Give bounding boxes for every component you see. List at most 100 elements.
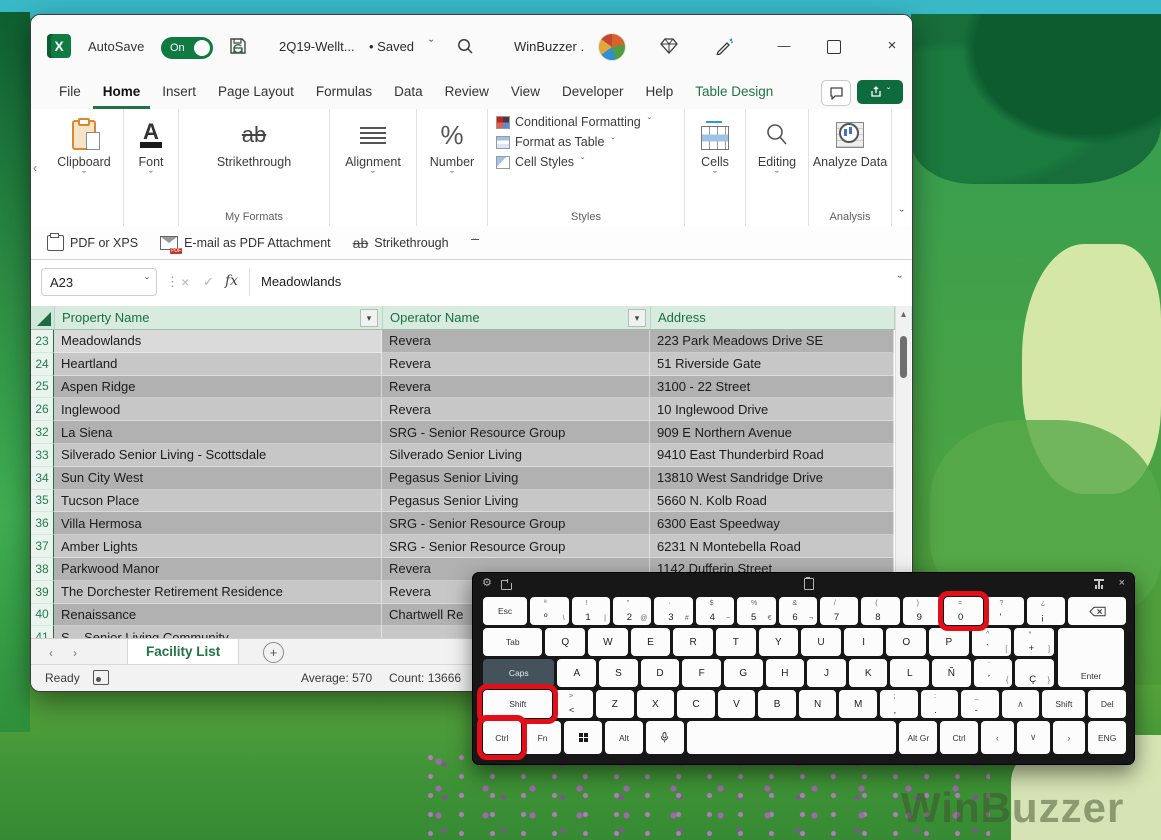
key-language[interactable]: ENG (1088, 721, 1127, 754)
tab-page-layout[interactable]: Page Layout (208, 77, 304, 109)
cell-address-23[interactable]: 223 Park Meadows Drive SE (650, 330, 894, 353)
key-esc[interactable]: Esc (483, 597, 528, 625)
scrollbar-thumb[interactable] (900, 336, 907, 378)
cell-operator-34[interactable]: Pegasus Senior Living (382, 466, 650, 490)
cell-address-35[interactable]: 5660 N. Kolb Road (650, 489, 894, 513)
cell-address-26[interactable]: 10 Inglewood Drive (650, 398, 894, 422)
ribbon-collapse-icon[interactable]: ˇ (900, 207, 904, 222)
key-o[interactable]: O (886, 628, 927, 656)
gem-icon[interactable] (659, 37, 679, 55)
key-ordinal[interactable]: ª º \ (530, 597, 569, 625)
save-icon[interactable] (229, 37, 249, 55)
row-number-38[interactable]: 38 (31, 557, 54, 581)
key-angle-brackets[interactable]: > < (555, 690, 594, 718)
next-sheet-icon[interactable]: › (73, 646, 77, 660)
key-0[interactable]: = 0 (938, 591, 989, 631)
prev-sheet-icon[interactable]: ‹ (49, 646, 53, 660)
format-as-table-button[interactable]: Format as Table ˇ (496, 135, 684, 149)
keyboard-close-icon[interactable]: × (1119, 577, 1125, 589)
confirm-entry-icon[interactable]: ✓ (203, 274, 214, 290)
key-d[interactable]: D (640, 659, 680, 687)
key-ctrl-right[interactable]: Ctrl (940, 721, 978, 754)
key-tab[interactable]: Tab (483, 628, 543, 656)
clipboard-button[interactable]: Clipboard ˇ (45, 109, 123, 226)
tab-review[interactable]: Review (435, 77, 499, 109)
editing-button[interactable]: Editing ˇ (746, 109, 808, 226)
property-name-filter-button[interactable]: ▾ (360, 309, 378, 327)
tab-file[interactable]: File (49, 77, 91, 109)
cell-property-32[interactable]: La Siena (54, 421, 382, 444)
row-number-26[interactable]: 26 (31, 398, 54, 422)
cell-styles-button[interactable]: Cell Styles ˇ (496, 155, 684, 169)
pdf-or-xps-button[interactable]: PDF or XPS (47, 232, 138, 251)
formula-expand-icon[interactable]: ˇ (898, 273, 902, 288)
key-3[interactable]: · 3 # (654, 597, 693, 625)
close-button[interactable]: × (881, 35, 903, 57)
qat-overflow-icon[interactable]: ˇ (470, 238, 479, 249)
cell-address-24[interactable]: 51 Riverside Gate (650, 352, 894, 376)
key-arrow-left[interactable]: ‹ (980, 721, 1014, 754)
key-l[interactable]: L (890, 659, 930, 687)
key-6[interactable]: & 6 ¬ (778, 597, 817, 625)
titlebar[interactable]: X AutoSave On 2Q19-Wellt... • Saved ˇ Wi… (31, 15, 912, 77)
cell-property-35[interactable]: Tucson Place (54, 489, 382, 513)
key-w[interactable]: W (588, 628, 628, 656)
key-a[interactable]: A (557, 659, 597, 687)
tab-table-design[interactable]: Table Design (685, 77, 783, 109)
cell-property-24[interactable]: Heartland (54, 352, 382, 376)
key-f[interactable]: F (682, 659, 721, 687)
autosave-toggle[interactable]: On (161, 37, 213, 59)
select-all-corner[interactable] (31, 306, 55, 329)
row-number-40[interactable]: 40 (31, 603, 54, 627)
key-7[interactable]: /7 (820, 597, 859, 625)
cell-operator-36[interactable]: SRG - Senior Resource Group (382, 512, 650, 536)
key-s[interactable]: S (599, 659, 638, 687)
column-header-address[interactable]: Address (651, 306, 895, 329)
key-r[interactable]: R (673, 628, 713, 656)
cell-address-37[interactable]: 6231 N Montebella Road (650, 535, 894, 558)
key-9[interactable]: ) 9 (902, 597, 942, 625)
row-number-24[interactable]: 24 (31, 352, 54, 376)
key-acute[interactable]: ¨ ´{ (973, 659, 1013, 687)
key-mic[interactable] (645, 721, 684, 754)
pen-wand-icon[interactable] (715, 37, 735, 55)
tab-insert[interactable]: Insert (152, 77, 206, 109)
key-apostrophe[interactable]: ? ' (985, 597, 1025, 625)
key-ctrl-left[interactable]: Ctrl (477, 715, 527, 760)
avatar[interactable] (598, 33, 626, 61)
key-q[interactable]: Q (545, 628, 586, 656)
row-number-39[interactable]: 39 (31, 580, 54, 604)
strikethrough-button[interactable]: ab Strikethrough (179, 109, 329, 226)
cell-property-33[interactable]: Silverado Senior Living - Scottsdale (54, 443, 382, 467)
tab-data[interactable]: Data (384, 77, 433, 109)
cell-property-39[interactable]: The Dorchester Retirement Residence (54, 580, 382, 604)
keyboard-clipboard-icon[interactable] (803, 577, 814, 590)
cell-property-37[interactable]: Amber Lights (54, 535, 382, 558)
key-ñ[interactable]: Ñ (932, 659, 971, 687)
key-alt-gr[interactable]: Alt Gr (899, 721, 938, 754)
name-box[interactable]: A23 ˇ (41, 268, 157, 296)
alignment-button[interactable]: Alignment ˇ (330, 109, 416, 226)
row-number-33[interactable]: 33 (31, 443, 54, 467)
key-alt[interactable]: Alt (605, 721, 643, 754)
tab-help[interactable]: Help (636, 77, 684, 109)
key-plus[interactable]: * +] (1014, 628, 1054, 656)
key-caps[interactable]: Caps (483, 659, 555, 687)
document-title[interactable]: 2Q19-Wellt... (279, 39, 355, 54)
cell-operator-23[interactable]: Revera (382, 330, 650, 353)
key-t[interactable]: T (715, 628, 756, 656)
macro-record-icon[interactable] (93, 670, 109, 685)
key-v[interactable]: V (717, 690, 756, 718)
key-comma[interactable]: ;, (879, 690, 918, 718)
key-b[interactable]: B (758, 690, 796, 718)
key-m[interactable]: M (839, 690, 877, 718)
sheet-tab-facility-list[interactable]: Facility List (127, 639, 240, 666)
key-shift-left[interactable]: Shift (476, 684, 559, 724)
key-k[interactable]: K (848, 659, 888, 687)
key-arrow-up[interactable]: ∧ (1001, 690, 1040, 718)
key-backspace[interactable] (1068, 597, 1127, 625)
key-fn[interactable]: Fn (523, 721, 562, 754)
row-number-36[interactable]: 36 (31, 512, 54, 536)
row-number-32[interactable]: 32 (31, 421, 54, 444)
key-space[interactable] (686, 721, 897, 754)
